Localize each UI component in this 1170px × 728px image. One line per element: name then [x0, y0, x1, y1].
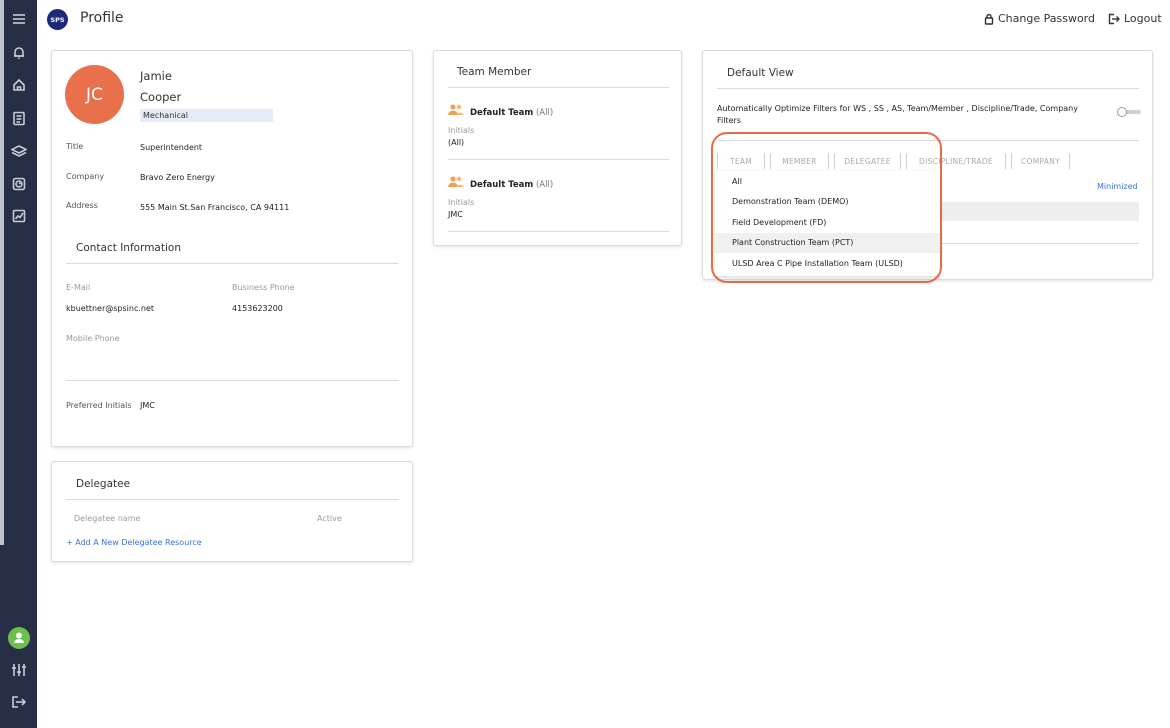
- menu-icon[interactable]: [0, 7, 37, 31]
- change-password-label: Change Password: [998, 12, 1095, 25]
- delegatee-heading: Delegatee: [76, 478, 131, 490]
- list-icon[interactable]: [0, 106, 37, 130]
- business-phone-value: 4153623200: [232, 304, 283, 313]
- initials-label: Initials: [448, 126, 475, 135]
- logout-icon[interactable]: [0, 690, 37, 714]
- avatar: JC: [65, 65, 124, 124]
- lock-icon: [984, 13, 994, 25]
- delegatee-card: Delegatee Delegatee name Active + Add A …: [51, 461, 413, 562]
- divider: [448, 159, 669, 160]
- delegatee-active-column: Active: [317, 514, 342, 523]
- sliders-icon[interactable]: [0, 658, 37, 682]
- clock-icon[interactable]: [0, 172, 37, 196]
- sps-logo: SPS: [47, 9, 68, 30]
- initials-value: JMC: [448, 210, 463, 219]
- profile-card: JC Jamie Cooper Mechanical Title Superin…: [51, 50, 413, 447]
- divider: [448, 231, 669, 232]
- default-view-heading: Default View: [727, 67, 794, 79]
- layers-icon[interactable]: [0, 139, 37, 163]
- last-name: Cooper: [140, 90, 182, 104]
- top-header: SPS Profile Change Password Logout: [37, 0, 1170, 38]
- address-value: 555 Main St.San Francisco, CA 94111: [140, 203, 290, 212]
- auto-optimize-toggle[interactable]: [1117, 107, 1141, 117]
- chart-icon[interactable]: [0, 204, 37, 228]
- email-value: kbuettner@spsinc.net: [66, 304, 155, 313]
- initials-value: (All): [448, 138, 465, 147]
- change-password-link[interactable]: Change Password: [984, 12, 1095, 25]
- title-label: Title: [66, 142, 84, 151]
- divider: [448, 87, 669, 88]
- divider: [66, 380, 399, 381]
- email-label: E-Mail: [66, 283, 91, 292]
- page-title: Profile: [80, 10, 124, 26]
- preferred-initials-value: JMC: [140, 401, 155, 410]
- home-icon[interactable]: [0, 73, 37, 97]
- user-icon[interactable]: [0, 626, 37, 650]
- team-entry-name: Default Team (All): [470, 108, 554, 118]
- divider: [66, 263, 399, 264]
- bell-icon[interactable]: [0, 40, 37, 64]
- first-name: Jamie: [140, 69, 172, 83]
- auto-optimize-text: Automatically Optimize Filters for WS , …: [717, 104, 1078, 125]
- tab-company[interactable]: COMPANY: [1011, 153, 1070, 169]
- team-icon: [448, 104, 464, 115]
- preferred-initials-label: Preferred Initials: [66, 401, 132, 410]
- left-sidebar: [0, 0, 37, 728]
- department-badge: Mechanical: [140, 109, 273, 122]
- mobile-phone-label: Mobile Phone: [66, 334, 120, 343]
- divider: [717, 88, 1139, 89]
- company-value: Bravo Zero Energy: [140, 173, 215, 182]
- logout-icon: [1108, 13, 1120, 24]
- logout-link[interactable]: Logout: [1108, 12, 1162, 25]
- delegatee-name-column: Delegatee name: [74, 514, 141, 523]
- team-member-heading: Team Member: [457, 66, 532, 78]
- add-delegatee-link[interactable]: + Add A New Delegatee Resource: [66, 538, 202, 547]
- highlight-ring: [711, 132, 942, 283]
- address-label: Address: [66, 201, 98, 210]
- contact-info-heading: Contact Information: [76, 242, 181, 254]
- team-entry-name: Default Team (All): [470, 180, 554, 190]
- logout-label: Logout: [1124, 12, 1162, 25]
- filter-row: [913, 202, 1139, 221]
- team-icon: [448, 176, 464, 187]
- initials-label: Initials: [448, 198, 475, 207]
- title-value: Superintendent: [140, 143, 203, 152]
- team-member-card: Team Member Default Team (All) Initials …: [433, 50, 682, 246]
- company-label: Company: [66, 172, 105, 181]
- divider: [66, 499, 399, 500]
- minimized-link[interactable]: Minimized: [1097, 182, 1138, 191]
- business-phone-label: Business Phone: [232, 283, 295, 292]
